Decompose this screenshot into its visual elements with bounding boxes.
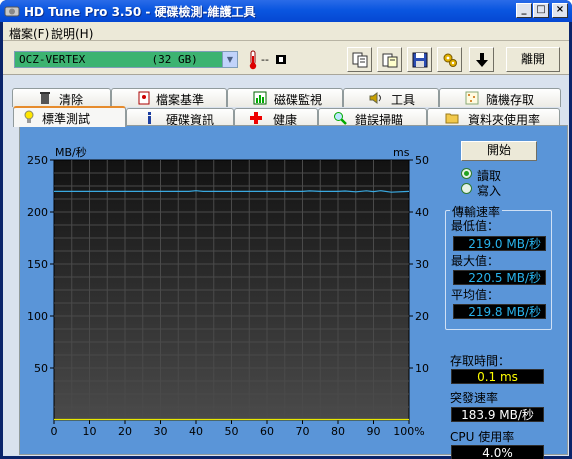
folder-icon	[445, 113, 459, 124]
access-time-value: 0.1 ms	[451, 369, 544, 384]
copy-button[interactable]	[347, 47, 372, 72]
monitor-chart-icon	[253, 91, 267, 105]
benchmark-panel: 250 200 150 100 50 50 40 30 20 10 MB/秒 ms 0 10 20 30 40 5…	[19, 125, 568, 459]
x-tick-label: 70	[296, 425, 310, 438]
x-tick-label: 0	[51, 425, 58, 438]
avg-value: 219.8 MB/秒	[453, 304, 546, 319]
window-title: HD Tune Pro 3.50 - 硬碟檢測-維護工具	[24, 5, 256, 19]
x-tick-label: 60	[260, 425, 274, 438]
y-tick-label-right: 10	[415, 362, 429, 375]
temperature-value: --	[261, 53, 269, 66]
menu-file[interactable]: 檔案(F)	[9, 25, 49, 42]
y-tick-label-right: 20	[415, 310, 429, 323]
arrow-down-icon	[476, 53, 488, 67]
close-button[interactable]: ×	[552, 3, 568, 18]
x-tick-label: 20	[118, 425, 132, 438]
radio-read-dot[interactable]	[461, 168, 472, 179]
app-icon	[4, 6, 20, 17]
x-tick-label: 10	[83, 425, 97, 438]
cpu-usage-label: CPU 使用率	[450, 430, 515, 444]
radio-write-dot[interactable]	[461, 183, 472, 194]
chevron-down-icon[interactable]: ▼	[222, 52, 237, 67]
access-time-label: 存取時間：	[450, 354, 511, 368]
x-tick-label: 80	[331, 425, 345, 438]
tab-tools[interactable]: 工具	[343, 88, 439, 107]
y-tick-label-right: 30	[415, 258, 429, 271]
tab-benchmark[interactable]: 標準測試	[13, 106, 126, 127]
y-tick-label-left: 100	[27, 310, 48, 323]
tab-strip: 清除 檔案基準 磁碟監視 工具 隨機存取 標準測試 硬碟資訊 健康 錯誤掃瞄 資…	[3, 76, 569, 127]
gears-icon	[443, 53, 457, 67]
menu-bar: 檔案(F) 說明(H)	[3, 22, 569, 41]
magnifier-icon	[334, 112, 347, 125]
transfer-rate-group: 傳輸速率 最低值： 219.0 MB/秒 最大值： 220.5 MB/秒 平均值…	[445, 203, 552, 330]
y-tick-label-left: 150	[27, 258, 48, 271]
menu-help[interactable]: 說明(H)	[51, 25, 93, 42]
y-tick-label-right: 40	[415, 206, 429, 219]
trash-icon	[40, 92, 50, 104]
x-tick-label: 40	[189, 425, 203, 438]
x-tick-label: 100%	[393, 425, 424, 438]
y-tick-label-right: 50	[415, 154, 429, 167]
options-button[interactable]	[437, 47, 462, 72]
radio-read[interactable]: 讀取	[461, 167, 551, 183]
celsius-icon	[276, 55, 286, 64]
benchmark-chart: 250 200 150 100 50 50 40 30 20 10 MB/秒 ms 0 10 20 30 40 5…	[27, 145, 429, 438]
client-area: 檔案(F) 說明(H) OCZ-VERTEX (32 GB) ▼ -- 離開 清…	[3, 22, 569, 459]
exit-button[interactable]: 離開	[506, 47, 560, 72]
lightbulb-icon	[24, 110, 34, 123]
x-tick-label: 30	[154, 425, 168, 438]
cpu-usage-value: 4.0%	[451, 445, 544, 459]
tab-random-access[interactable]: 隨機存取	[439, 88, 561, 107]
y-tick-label-left: 200	[27, 206, 48, 219]
floppy-disk-icon	[412, 52, 428, 68]
max-value: 220.5 MB/秒	[453, 270, 546, 285]
tab-disk-monitor[interactable]: 磁碟監視	[227, 88, 343, 107]
max-label: 最大值：	[451, 254, 500, 268]
app-window: HD Tune Pro 3.50 - 硬碟檢測-維護工具 _ □ × 檔案(F)…	[0, 0, 572, 459]
y-axis-label-right: ms	[393, 146, 410, 159]
copy-all-button[interactable]	[377, 47, 402, 72]
info-icon	[148, 112, 151, 124]
clipboard-icon	[382, 53, 398, 68]
burst-rate-value: 183.9 MB/秒	[451, 407, 544, 422]
y-axis-label-left: MB/秒	[55, 145, 87, 159]
toolbar: OCZ-VERTEX (32 GB) ▼ -- 離開	[3, 41, 569, 75]
x-tick-label: 50	[225, 425, 239, 438]
radio-write[interactable]: 寫入	[461, 182, 551, 198]
y-tick-label-left: 250	[27, 154, 48, 167]
burst-rate-label: 突發速率	[450, 391, 499, 405]
random-access-icon	[465, 91, 479, 105]
maximize-button[interactable]: □	[533, 3, 549, 18]
tab-erase[interactable]: 清除	[12, 88, 111, 107]
thermometer-icon	[249, 50, 257, 70]
file-benchmark-icon	[138, 91, 150, 105]
speaker-icon	[369, 92, 381, 104]
min-value: 219.0 MB/秒	[453, 236, 546, 251]
title-bar[interactable]: HD Tune Pro 3.50 - 硬碟檢測-維護工具 _ □ ×	[0, 0, 572, 22]
copy-icon	[352, 52, 368, 68]
min-label: 最低值：	[451, 219, 500, 233]
y-tick-label-left: 50	[34, 362, 48, 375]
tab-file-benchmark[interactable]: 檔案基準	[111, 88, 227, 107]
drive-select-value: OCZ-VERTEX (32 GB)	[19, 53, 198, 66]
drive-select[interactable]: OCZ-VERTEX (32 GB) ▼	[14, 51, 238, 68]
avg-label: 平均值：	[451, 288, 500, 302]
start-button[interactable]: 開始	[461, 141, 537, 161]
minimize-button[interactable]: _	[516, 3, 532, 18]
x-tick-label: 90	[367, 425, 381, 438]
save-button[interactable]	[407, 47, 432, 72]
screenshot-button[interactable]	[469, 47, 494, 72]
health-cross-icon	[250, 112, 262, 124]
